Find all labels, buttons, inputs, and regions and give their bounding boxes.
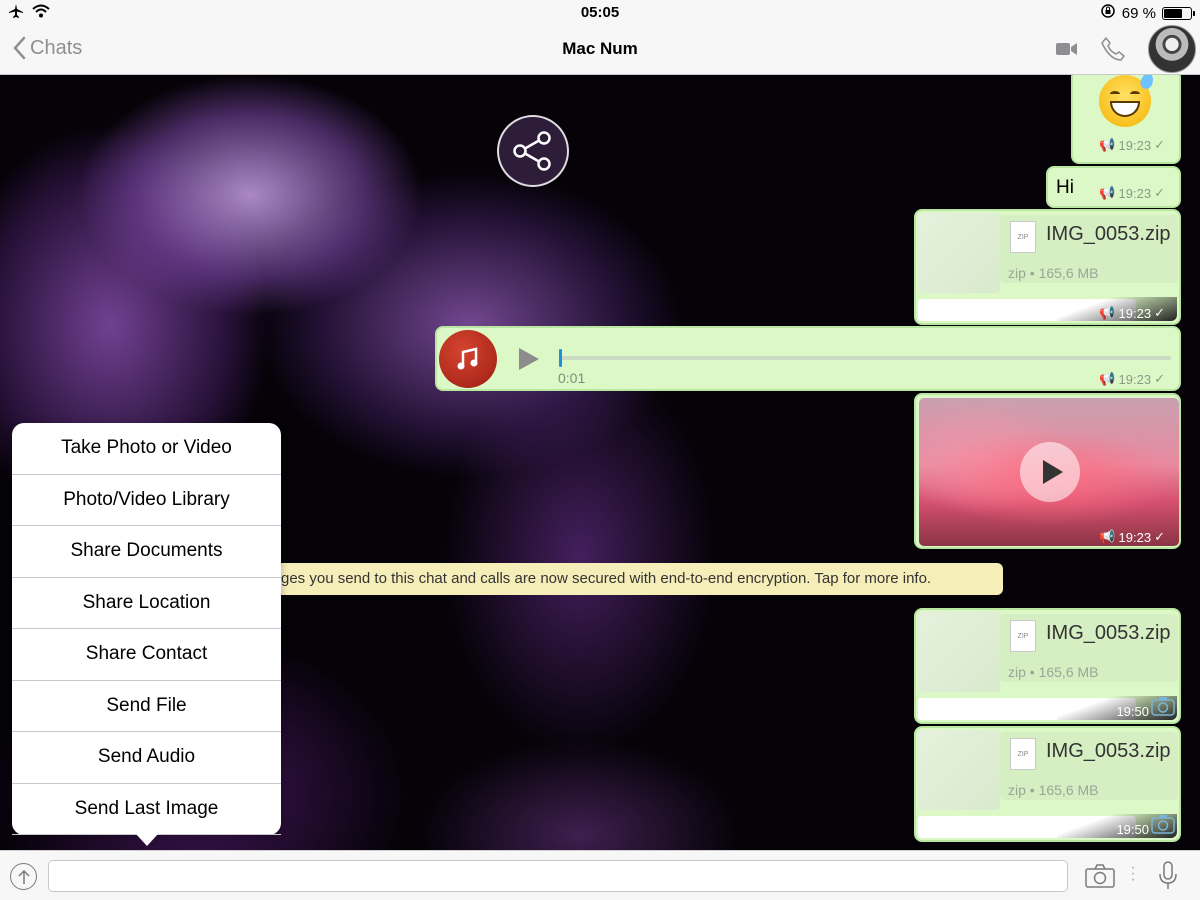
back-button[interactable]: Chats bbox=[12, 36, 82, 60]
file-message[interactable]: ZIP IMG_0053.zip zip • 165,6 MB 19:50 bbox=[914, 726, 1181, 842]
camera-button[interactable] bbox=[1085, 864, 1115, 893]
file-name: IMG_0053.zip bbox=[1046, 740, 1171, 762]
attach-button[interactable] bbox=[10, 863, 37, 890]
message-time: 📢 19:23 ✓ bbox=[1099, 371, 1165, 387]
message-input[interactable] bbox=[48, 860, 1068, 892]
file-card[interactable]: ZIP IMG_0053.zip zip • 165,6 MB bbox=[1000, 614, 1178, 682]
menu-item-share-location[interactable]: Share Location bbox=[12, 578, 281, 629]
message-time: 📢 19:23 ✓ bbox=[1099, 137, 1165, 153]
status-right: 69 % bbox=[1100, 3, 1195, 23]
check-icon: ✓ bbox=[1154, 371, 1165, 386]
battery-percent: 69 % bbox=[1121, 4, 1156, 22]
broadcast-icon: 📢 bbox=[1099, 137, 1116, 152]
attachment-menu: Take Photo or Video Photo/Video Library … bbox=[12, 423, 281, 846]
audio-duration: 0:01 bbox=[558, 370, 586, 386]
menu-item-send-last-image[interactable]: Send Last Image bbox=[12, 784, 281, 835]
file-name: IMG_0053.zip bbox=[1046, 223, 1171, 245]
message-time: 📢 19:23 ✓ bbox=[1099, 305, 1165, 321]
menu-item-photo-library[interactable]: Photo/Video Library bbox=[12, 475, 281, 526]
video-camera-icon bbox=[1056, 43, 1077, 55]
microphone-icon bbox=[1159, 861, 1177, 889]
message-time: 📢 19:23 ✓ bbox=[1099, 529, 1165, 545]
menu-item-send-file[interactable]: Send File bbox=[12, 681, 281, 732]
arrow-up-icon bbox=[17, 869, 30, 884]
zip-file-icon: ZIP bbox=[1010, 620, 1036, 652]
phone-icon bbox=[1101, 37, 1125, 61]
video-message[interactable]: 📢 19:23 ✓ bbox=[914, 393, 1181, 549]
menu-item-share-contact[interactable]: Share Contact bbox=[12, 629, 281, 681]
camera-icon bbox=[1151, 814, 1175, 839]
share-button[interactable] bbox=[497, 115, 569, 187]
grinning-sweat-emoji-icon bbox=[1099, 75, 1156, 127]
file-message[interactable]: ZIP IMG_0053.zip zip • 165,6 MB 📢 19:23 … bbox=[914, 209, 1181, 325]
zip-file-icon: ZIP bbox=[1010, 221, 1036, 253]
broadcast-icon: 📢 bbox=[1099, 371, 1116, 386]
message-time: 📢 19:23 ✓ bbox=[1099, 185, 1165, 201]
encryption-notice[interactable]: ges you send to this chat and calls are … bbox=[273, 563, 1003, 595]
check-icon: ✓ bbox=[1154, 305, 1165, 320]
broadcast-icon: 📢 bbox=[1099, 305, 1116, 320]
text-message[interactable]: Hi 📢 19:23 ✓ bbox=[1046, 166, 1181, 208]
menu-item-send-audio[interactable]: Send Audio bbox=[12, 732, 281, 784]
file-message[interactable]: ZIP IMG_0053.zip zip • 165,6 MB 19:50 bbox=[914, 608, 1181, 724]
broadcast-icon: 📢 bbox=[1099, 185, 1116, 200]
video-thumbnail[interactable] bbox=[919, 398, 1179, 546]
chat-title: Mac Num bbox=[562, 39, 638, 58]
camera-icon bbox=[1085, 864, 1115, 888]
menu-arrow bbox=[136, 834, 158, 846]
message-text: Hi bbox=[1056, 177, 1074, 198]
audio-progress-track[interactable] bbox=[559, 349, 1171, 367]
file-thumbnail bbox=[918, 612, 1000, 692]
microphone-button[interactable] bbox=[1158, 861, 1178, 896]
camera-icon bbox=[1151, 696, 1175, 721]
status-bar: 05:05 69 % bbox=[0, 0, 1200, 24]
file-card[interactable]: ZIP IMG_0053.zip zip • 165,6 MB bbox=[1000, 215, 1178, 283]
input-bar: · · · bbox=[0, 850, 1200, 900]
menu-item-take-photo[interactable]: Take Photo or Video bbox=[12, 423, 281, 475]
check-icon: ✓ bbox=[1154, 137, 1165, 152]
file-meta: zip • 165,6 MB bbox=[1008, 664, 1099, 680]
check-icon: ✓ bbox=[1154, 529, 1165, 544]
file-meta: zip • 165,6 MB bbox=[1008, 782, 1099, 798]
play-icon[interactable] bbox=[519, 348, 539, 370]
file-thumbnail bbox=[918, 730, 1000, 810]
status-time: 05:05 bbox=[580, 4, 620, 21]
share-icon bbox=[513, 131, 551, 171]
check-icon: ✓ bbox=[1154, 185, 1165, 200]
video-play-button[interactable] bbox=[1020, 442, 1080, 502]
music-note-icon bbox=[457, 347, 478, 370]
chevron-left-icon bbox=[13, 36, 26, 60]
battery-icon bbox=[1162, 6, 1195, 20]
rotation-lock-icon bbox=[1100, 3, 1116, 23]
menu-item-share-documents[interactable]: Share Documents bbox=[12, 526, 281, 578]
emoji-message[interactable]: 📢 19:23 ✓ bbox=[1071, 75, 1181, 164]
audio-avatar[interactable] bbox=[439, 330, 497, 388]
audio-scrubber[interactable] bbox=[559, 349, 562, 367]
video-call-button[interactable] bbox=[1056, 42, 1078, 56]
back-label: Chats bbox=[30, 36, 83, 59]
nav-actions bbox=[1056, 24, 1200, 74]
message-time: 19:50 bbox=[1116, 822, 1149, 837]
file-thumbnail bbox=[918, 213, 1000, 293]
file-name: IMG_0053.zip bbox=[1046, 622, 1171, 644]
nav-bar: Chats Mac Num bbox=[0, 24, 1200, 75]
file-card[interactable]: ZIP IMG_0053.zip zip • 165,6 MB bbox=[1000, 732, 1178, 800]
zip-file-icon: ZIP bbox=[1010, 738, 1036, 770]
file-meta: zip • 165,6 MB bbox=[1008, 265, 1099, 281]
separator-dots: · · · bbox=[1130, 859, 1136, 888]
broadcast-icon: 📢 bbox=[1099, 529, 1116, 544]
audio-message[interactable]: 0:01 📢 19:23 ✓ bbox=[435, 326, 1181, 391]
contact-avatar[interactable] bbox=[1148, 25, 1196, 73]
message-time: 19:50 bbox=[1116, 704, 1149, 719]
voice-call-button[interactable] bbox=[1100, 36, 1126, 62]
